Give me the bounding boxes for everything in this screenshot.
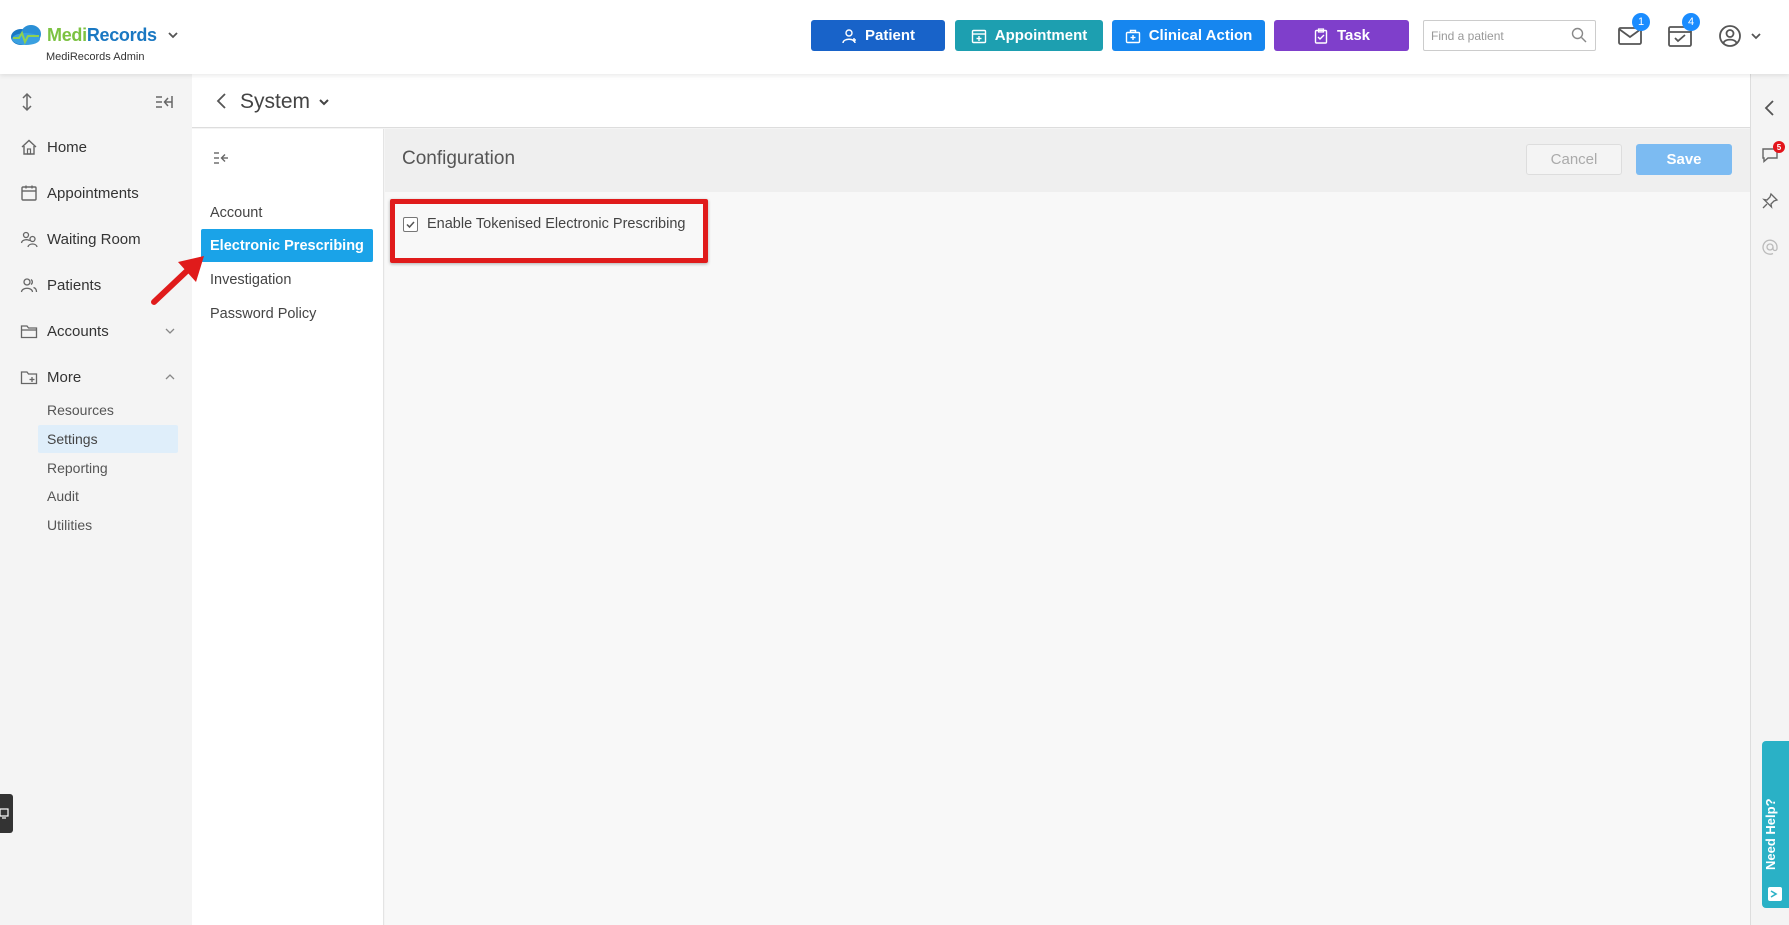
chevron-down-icon [165, 328, 175, 334]
home-icon [21, 139, 37, 155]
save-button[interactable]: Save [1636, 144, 1732, 175]
waiting-room-icon [20, 231, 38, 248]
top-bar: MediRecords MediRecords Admin Patient Ap… [0, 0, 1789, 74]
collapse-sidebar-icon[interactable] [154, 92, 174, 112]
page-title-text: System [240, 90, 311, 113]
subnav-item-investigation[interactable]: Investigation [201, 263, 373, 296]
red-arrow-annotation-icon [151, 256, 204, 305]
chevron-down-icon [319, 99, 329, 106]
calendar-icon [21, 185, 37, 201]
clipboard-check-icon [1314, 27, 1328, 44]
patient-button-label: Patient [864, 27, 915, 44]
folder-plus-icon [20, 371, 38, 385]
task-button-label: Task [1336, 27, 1371, 44]
configuration-title: Configuration [402, 148, 516, 169]
sidebar-subitem-settings[interactable]: Settings [38, 425, 178, 453]
appointment-button-label: Appointment [994, 27, 1088, 44]
collapse-panel-icon[interactable] [212, 149, 230, 167]
side-drawer-tab[interactable] [0, 794, 13, 833]
patients-icon [20, 278, 38, 293]
sidebar-item-label: Accounts [47, 322, 109, 340]
sidebar-item-label: More [47, 368, 82, 386]
subnav-item-electronic-prescribing[interactable]: Electronic Prescribing [201, 229, 373, 262]
cloud-logo-icon [11, 25, 41, 45]
chevron-down-icon[interactable] [167, 29, 179, 41]
need-help-label[interactable]: Need Help? [1763, 798, 1778, 870]
sidebar-subitem-audit[interactable]: Audit [38, 482, 178, 510]
app-logo[interactable]: MediRecords [9, 24, 179, 46]
folder-icon [20, 325, 38, 339]
resize-vertical-icon[interactable] [17, 92, 37, 112]
search-icon[interactable] [1571, 27, 1587, 43]
settings-subnav: Account Electronic Prescribing Investiga… [192, 129, 384, 925]
page-header: System [192, 74, 1750, 128]
sidebar-item-accounts[interactable]: Accounts [20, 316, 182, 346]
calendar-plus-icon [971, 29, 986, 43]
subnav-item-password-policy[interactable]: Password Policy [201, 297, 373, 330]
sidebar-item-label: Home [47, 138, 88, 156]
chevron-left-icon[interactable] [1761, 99, 1779, 117]
screen-share-icon [0, 808, 9, 819]
app-subtitle: MediRecords Admin [46, 51, 145, 63]
mail-badge: 1 [1632, 13, 1650, 31]
sidebar-item-label: Appointments [47, 184, 139, 202]
chat-badge: 5 [1773, 141, 1785, 153]
calendar-badge: 4 [1682, 13, 1700, 31]
sidebar-item-home[interactable]: Home [20, 132, 182, 162]
back-arrow-icon[interactable] [215, 92, 229, 110]
page-title[interactable]: System [240, 90, 330, 114]
cancel-button[interactable]: Cancel [1526, 144, 1622, 175]
subnav-item-account[interactable]: Account [201, 196, 373, 229]
sidebar-subitem-utilities[interactable]: Utilities [38, 511, 178, 539]
clinical-action-button[interactable]: Clinical Action [1112, 20, 1265, 51]
left-sidebar: Home Appointments Waiting Room Patients … [0, 74, 192, 925]
sidebar-item-waiting-room[interactable]: Waiting Room [20, 224, 182, 254]
sidebar-item-label: Waiting Room [47, 230, 141, 248]
patient-search [1423, 20, 1596, 51]
patient-search-input[interactable] [1424, 21, 1564, 50]
new-task-button[interactable]: Task [1274, 20, 1409, 51]
sidebar-subitem-reporting[interactable]: Reporting [38, 454, 178, 482]
help-chat-icon[interactable] [1768, 887, 1782, 901]
brand-name: MediRecords [47, 24, 157, 45]
add-person-icon [842, 28, 856, 43]
at-sign-icon[interactable] [1761, 238, 1779, 256]
user-account-icon[interactable] [1717, 23, 1743, 49]
chevron-up-icon [165, 374, 175, 380]
new-patient-button[interactable]: Patient [811, 20, 945, 51]
clinical-action-button-label: Clinical Action [1148, 27, 1253, 44]
pin-icon[interactable] [1761, 192, 1779, 210]
sidebar-item-appointments[interactable]: Appointments [20, 178, 182, 208]
sidebar-subitem-resources[interactable]: Resources [38, 396, 178, 424]
sidebar-item-more[interactable]: More [20, 362, 182, 392]
sidebar-item-label: Patients [47, 276, 102, 294]
configuration-header: Configuration Cancel Save [385, 129, 1750, 192]
chevron-down-icon[interactable] [1750, 30, 1762, 42]
medical-kit-icon [1125, 29, 1140, 43]
new-appointment-button[interactable]: Appointment [955, 20, 1103, 51]
highlight-annotation-box [390, 199, 708, 263]
